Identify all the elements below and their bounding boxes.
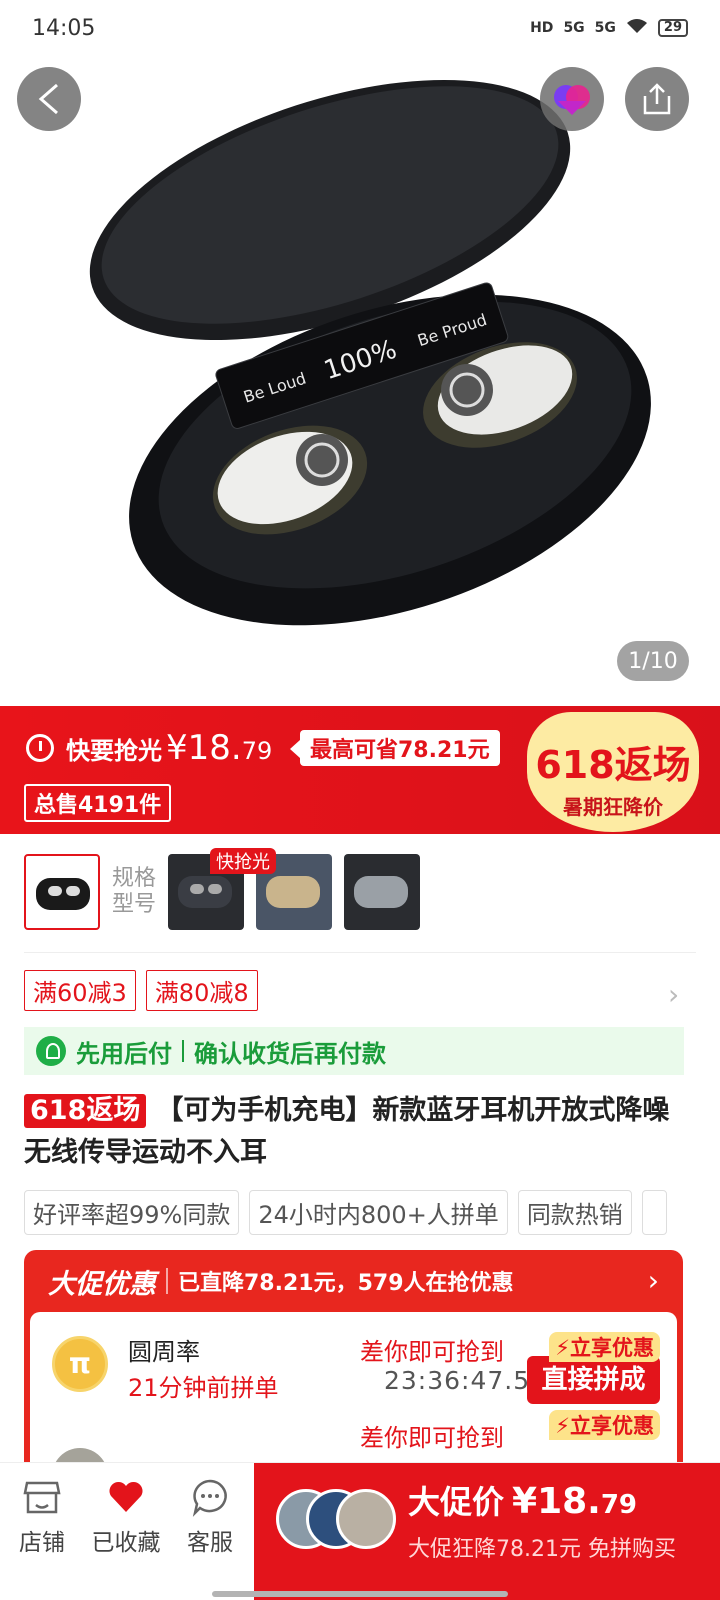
coupon-tag[interactable]: 满60减3 bbox=[24, 970, 136, 1011]
chat-icon bbox=[192, 1479, 227, 1517]
countdown-timer: 23:36:47.5 bbox=[384, 1366, 531, 1395]
coupon-row[interactable]: 满60减3 满80减8 bbox=[24, 970, 258, 1011]
group-row: π 圆周率 21分钟前拼单 差你即可抢到 23:36:47.5 ⚡立享优惠 直接… bbox=[30, 1320, 677, 1410]
service-label: 客服 bbox=[187, 1530, 233, 1556]
buy-now-button[interactable]: 大促价 ¥18.79 大促狂降78.21元 免拼购买 bbox=[254, 1463, 720, 1600]
alarm-clock-icon bbox=[26, 734, 54, 762]
flash-price: ¥18.79 bbox=[166, 728, 273, 768]
total-sold-badge: 总售4191件 bbox=[24, 784, 172, 822]
heart-logo-icon bbox=[554, 85, 590, 115]
feature-tag[interactable]: 好评率超99%同款 bbox=[24, 1190, 240, 1235]
customer-service-button[interactable]: 客服 bbox=[168, 1477, 252, 1557]
group-time: 21分钟前拼单 bbox=[128, 1374, 279, 1402]
favorite-button[interactable]: 已收藏 bbox=[84, 1477, 168, 1557]
promo-logo: 大促优惠 bbox=[48, 1268, 156, 1300]
assistant-button[interactable] bbox=[540, 67, 604, 131]
favorite-label: 已收藏 bbox=[91, 1530, 161, 1556]
event-618-badge: 618返场 暑期狂降价 bbox=[527, 712, 699, 832]
selling-fast-tag: 快抢光 bbox=[210, 848, 276, 874]
back-button[interactable] bbox=[17, 67, 81, 131]
share-icon bbox=[643, 83, 671, 115]
variant-thumb-1[interactable] bbox=[24, 854, 100, 930]
signal-5g-icon: 5G bbox=[563, 20, 585, 36]
feature-tag[interactable]: 同款热销 bbox=[517, 1190, 632, 1235]
instant-discount-tag: ⚡立享优惠 bbox=[549, 1332, 660, 1362]
need-text: 差你即可抢到 bbox=[360, 1424, 504, 1452]
chevron-right-icon[interactable]: › bbox=[668, 978, 679, 1011]
store-label: 店铺 bbox=[19, 1530, 65, 1556]
max-save-tag: 最高可省78.21元 bbox=[290, 730, 500, 766]
group-list: π 圆周率 21分钟前拼单 差你即可抢到 23:36:47.5 ⚡立享优惠 直接… bbox=[30, 1312, 677, 1480]
chevron-left-icon bbox=[38, 83, 58, 115]
group-user-name: 圆周率 bbox=[128, 1338, 200, 1366]
wifi-icon bbox=[626, 18, 648, 38]
promo-header[interactable]: 大促优惠 已直降78.21元，579人在抢优惠 › bbox=[24, 1250, 683, 1312]
feature-tags: 好评率超99%同款 24小时内800+人拼单 同款热销 bbox=[24, 1190, 720, 1235]
pay-later-desc: 确认收货后再付款 bbox=[194, 1039, 386, 1068]
feature-tag[interactable]: 24小时内800+人拼单 bbox=[249, 1190, 508, 1235]
promo-card: 大促优惠 已直降78.21元，579人在抢优惠 › π 圆周率 21分钟前拼单 … bbox=[24, 1250, 683, 1480]
buy-price: 大促价 ¥18.79 bbox=[408, 1481, 638, 1522]
share-button[interactable] bbox=[625, 67, 689, 131]
product-photo: Be Loud 100% Be Proud bbox=[89, 79, 651, 626]
buyer-avatars bbox=[276, 1489, 396, 1549]
separator bbox=[182, 1040, 184, 1062]
pay-later-title: 先用后付 bbox=[76, 1039, 172, 1068]
event-badge-title: 618返场 bbox=[535, 743, 691, 787]
signal-5g-icon-2: 5G bbox=[594, 20, 616, 36]
battery-icon: 29 bbox=[657, 19, 688, 37]
join-group-button[interactable]: ⚡立享优惠 直接拼成 bbox=[527, 1332, 660, 1404]
bottom-action-bar: 店铺 已收藏 客服 大促价 ¥18.79 大促狂降78.21元 免拼购买 bbox=[0, 1462, 720, 1600]
flash-sale-row: 快要抢光 ¥18.79 bbox=[26, 728, 272, 768]
home-indicator[interactable] bbox=[212, 1591, 508, 1597]
divider bbox=[24, 952, 696, 953]
status-bar: 14:05 HD 5G 5G 29 bbox=[0, 0, 720, 56]
event-badge-subtitle: 暑期狂降价 bbox=[563, 795, 663, 819]
store-icon bbox=[23, 1481, 61, 1514]
store-button[interactable]: 店铺 bbox=[0, 1477, 84, 1557]
pay-later-icon bbox=[36, 1036, 66, 1066]
chevron-right-icon: › bbox=[647, 1264, 659, 1297]
image-page-indicator: 1/10 bbox=[617, 641, 689, 681]
status-icons: HD 5G 5G 29 bbox=[530, 18, 688, 38]
hd-icon: HD bbox=[530, 20, 554, 36]
join-group-label: 直接拼成 bbox=[527, 1356, 660, 1404]
flash-sale-banner: 快要抢光 ¥18.79 最高可省78.21元 总售4191件 618返场 暑期狂… bbox=[0, 706, 720, 834]
pay-later-banner[interactable]: 先用后付 确认收货后再付款 bbox=[24, 1027, 684, 1075]
product-image-carousel[interactable]: Be Loud 100% Be Proud 14:05 HD 5G 5G 29 bbox=[0, 0, 720, 720]
coupon-tag[interactable]: 满80减8 bbox=[145, 970, 258, 1011]
heart-icon bbox=[109, 1481, 143, 1512]
promo-desc: 已直降78.21元，579人在抢优惠 bbox=[178, 1271, 514, 1296]
variant-thumb-4[interactable] bbox=[344, 854, 421, 930]
flash-sale-label: 快要抢光 bbox=[66, 736, 162, 765]
variant-label: 规格 型号 bbox=[112, 866, 157, 917]
need-text: 差你即可抢到 bbox=[360, 1338, 504, 1366]
separator bbox=[166, 1268, 168, 1294]
feature-tag[interactable] bbox=[641, 1190, 668, 1235]
event-tag: 618返场 bbox=[24, 1094, 147, 1128]
avatar: π bbox=[52, 1336, 108, 1392]
status-time: 14:05 bbox=[32, 15, 96, 41]
avatar bbox=[336, 1489, 396, 1549]
variant-selector: 规格 型号 快抢光 bbox=[24, 848, 432, 930]
buy-subtitle: 大促狂降78.21元 免拼购买 bbox=[408, 1537, 676, 1562]
product-title: 618返场 【可为手机充电】新款蓝牙耳机开放式降噪无线传导运动不入耳 bbox=[24, 1090, 696, 1174]
instant-discount-tag: ⚡立享优惠 bbox=[549, 1410, 660, 1440]
